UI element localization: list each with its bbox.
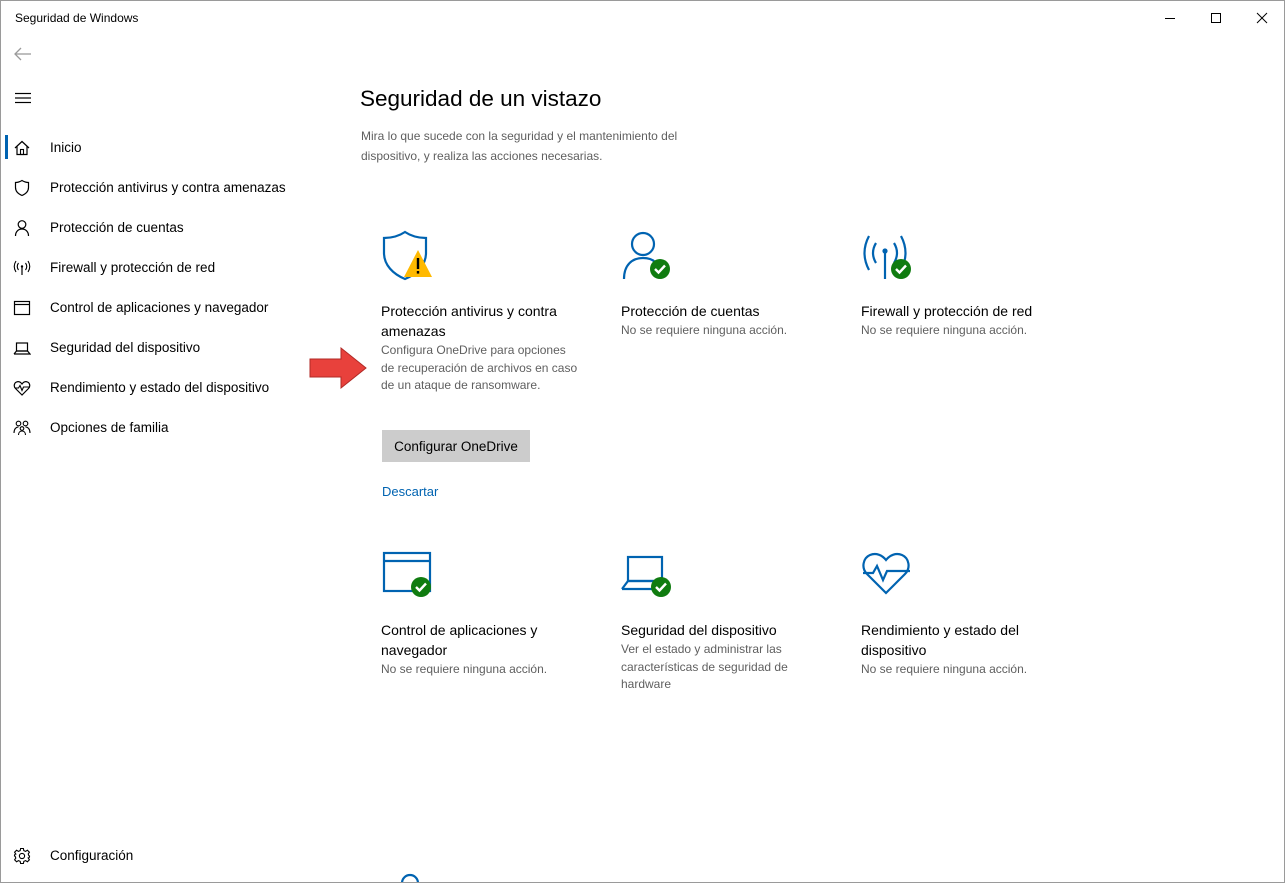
heart-pulse-icon bbox=[862, 552, 910, 595]
tile-device-security[interactable]: Seguridad del dispositivo Ver el estado … bbox=[621, 549, 836, 699]
tile-description: No se requiere ninguna acción. bbox=[381, 662, 548, 676]
browser-window-ok-icon bbox=[382, 551, 432, 597]
close-button[interactable] bbox=[1239, 1, 1284, 35]
nav-item-label: Rendimiento y estado del dispositivo bbox=[50, 379, 270, 395]
nav-item-label: Control de aplicaciones y navegador bbox=[50, 299, 269, 315]
antenna-ok-icon bbox=[863, 235, 911, 279]
tile-device-performance[interactable]: Rendimiento y estado del dispositivo No … bbox=[861, 549, 1076, 679]
laptop-ok-icon bbox=[621, 555, 671, 597]
nav-item-app-browser-control[interactable]: Control de aplicaciones y navegador bbox=[1, 287, 331, 327]
tile-title: Firewall y protección de red bbox=[861, 303, 1033, 319]
person-icon bbox=[14, 220, 30, 237]
maximize-button[interactable] bbox=[1193, 1, 1239, 35]
tile-app-browser-control[interactable]: Control de aplicaciones y navegador No s… bbox=[381, 549, 596, 679]
tile-description: Ver el estado y administrar las caracter… bbox=[621, 642, 788, 691]
nav-item-label: Protección de cuentas bbox=[50, 219, 184, 235]
tile-description: No se requiere ninguna acción. bbox=[621, 323, 788, 337]
laptop-icon bbox=[13, 342, 31, 355]
minimize-button[interactable] bbox=[1147, 1, 1193, 35]
back-arrow-icon bbox=[14, 47, 31, 61]
configure-onedrive-button[interactable]: Configurar OneDrive bbox=[382, 430, 530, 462]
nav-item-device-performance[interactable]: Rendimiento y estado del dispositivo bbox=[1, 367, 331, 407]
nav-item-settings[interactable]: Configuración bbox=[1, 836, 331, 876]
tile-title: Rendimiento y estado del dispositivo bbox=[861, 622, 1019, 658]
dismiss-link[interactable]: Descartar bbox=[382, 484, 438, 499]
window-title: Seguridad de Windows bbox=[15, 11, 139, 25]
person-ok-icon bbox=[622, 231, 670, 280]
annotation-arrow bbox=[309, 346, 367, 390]
gear-icon bbox=[13, 847, 31, 865]
antenna-icon bbox=[13, 260, 31, 275]
app-window: Seguridad de Windows Inicio Protección a… bbox=[0, 0, 1285, 883]
tile-description: No se requiere ninguna acción. bbox=[861, 323, 1028, 337]
tile-title: Protección de cuentas bbox=[621, 303, 760, 319]
tile-title: Protección antivirus y contra amenazas bbox=[381, 303, 557, 339]
page-title: Seguridad de un vistazo bbox=[360, 86, 602, 111]
tile-firewall[interactable]: Firewall y protección de red No se requi… bbox=[861, 229, 1076, 349]
nav-item-label: Seguridad del dispositivo bbox=[50, 339, 201, 355]
home-icon bbox=[14, 140, 30, 156]
nav-item-device-security[interactable]: Seguridad del dispositivo bbox=[1, 327, 331, 367]
nav-item-label: Opciones de familia bbox=[50, 419, 169, 435]
back-button[interactable] bbox=[9, 41, 37, 67]
hamburger-icon bbox=[15, 92, 31, 104]
minimize-icon bbox=[1165, 18, 1175, 19]
tile-description: No se requiere ninguna acción. bbox=[861, 662, 1028, 676]
menu-button[interactable] bbox=[9, 85, 37, 111]
nav-item-label: Protección antivirus y contra amenazas bbox=[50, 179, 286, 195]
browser-window-icon bbox=[13, 300, 31, 316]
nav-item-virus-protection[interactable]: Protección antivirus y contra amenazas bbox=[1, 167, 331, 207]
heart-pulse-icon bbox=[13, 381, 31, 396]
partial-person-icon bbox=[400, 873, 420, 882]
nav-item-family-options[interactable]: Opciones de familia bbox=[1, 407, 331, 447]
tile-account-protection[interactable]: Protección de cuentas No se requiere nin… bbox=[621, 229, 836, 349]
maximize-icon bbox=[1211, 13, 1221, 23]
nav-item-firewall[interactable]: Firewall y protección de red bbox=[1, 247, 331, 287]
nav-item-label: Firewall y protección de red bbox=[50, 259, 216, 275]
close-icon bbox=[1256, 12, 1268, 24]
tile-description: Configura OneDrive para opciones de recu… bbox=[381, 343, 578, 392]
title-bar: Seguridad de Windows bbox=[1, 1, 1284, 35]
page-description: Mira lo que sucede con la seguridad y el… bbox=[361, 129, 678, 163]
nav-item-label: Inicio bbox=[50, 139, 82, 155]
tile-title: Seguridad del dispositivo bbox=[621, 622, 777, 638]
family-icon bbox=[13, 420, 31, 436]
nav-item-account-protection[interactable]: Protección de cuentas bbox=[1, 207, 331, 247]
shield-warning-icon bbox=[382, 230, 432, 281]
tile-title: Control de aplicaciones y navegador bbox=[381, 622, 538, 658]
nav-item-inicio[interactable]: Inicio bbox=[1, 127, 331, 167]
settings-label: Configuración bbox=[50, 848, 134, 863]
shield-icon bbox=[14, 179, 30, 197]
